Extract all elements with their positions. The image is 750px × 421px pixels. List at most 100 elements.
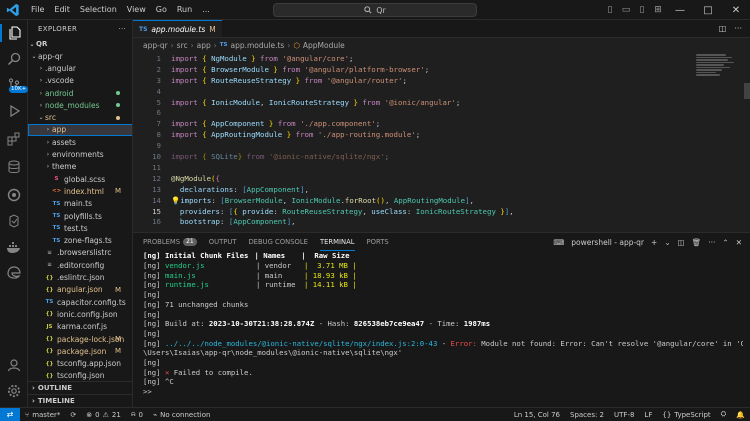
tree-file[interactable]: JS karma.conf.js	[28, 321, 132, 333]
toggle-sidebar-icon[interactable]: ▯	[602, 0, 618, 20]
tree-folder[interactable]: › android	[28, 87, 132, 99]
workspace-root[interactable]: ⌄ QR	[28, 38, 132, 50]
tree-folder[interactable]: › environments	[28, 148, 132, 160]
end-of-line[interactable]: LF	[639, 411, 657, 419]
maximize-panel-icon[interactable]: ⌃	[722, 238, 728, 247]
source-control-icon[interactable]: 10K+	[5, 76, 29, 94]
tree-file[interactable]: TS main.ts	[28, 198, 132, 210]
accounts-icon[interactable]	[5, 356, 23, 374]
explorer-more-icon[interactable]: ···	[118, 20, 126, 38]
panel-more-icon[interactable]: ···	[708, 238, 715, 247]
tree-file[interactable]: {} ionic.config.json	[28, 308, 132, 320]
terminal-line: [ng] vendor.js | vendor | 3.71 MB |	[143, 261, 357, 271]
new-terminal-icon[interactable]: +	[651, 238, 657, 247]
tree-file[interactable]: {} package-lock.json M	[28, 333, 132, 345]
editor-more-icon[interactable]: ···	[734, 24, 742, 33]
close-panel-icon[interactable]: ✕	[736, 238, 742, 247]
breadcrumb-item[interactable]: app-qr	[143, 41, 168, 50]
minimize-button[interactable]: —	[666, 0, 694, 20]
remote-indicator-icon[interactable]: ⇄	[0, 407, 20, 421]
tree-folder[interactable]: › node_modules	[28, 99, 132, 111]
tab-terminal[interactable]: TERMINAL	[319, 233, 355, 251]
remote-explorer-icon[interactable]	[5, 186, 23, 204]
tree-file[interactable]: {} .eslintrc.json	[28, 271, 132, 283]
sync-icon[interactable]: ⟳	[65, 411, 81, 419]
chevron-down-icon[interactable]: ⌄	[664, 238, 670, 247]
tree-file[interactable]: {} angular.json M	[28, 284, 132, 296]
command-center-search[interactable]: Qr	[273, 3, 477, 17]
tree-folder[interactable]: ⌄ app-qr	[28, 50, 132, 62]
tree-folder[interactable]: ⌄ src	[28, 112, 132, 124]
tree-file[interactable]: ≡ .editorconfig	[28, 259, 132, 271]
extensions-icon[interactable]	[5, 130, 23, 148]
tree-file[interactable]: TS test.ts	[28, 222, 132, 234]
tree-folder[interactable]: › .vscode	[28, 75, 132, 87]
encoding[interactable]: UTF-8	[609, 411, 639, 419]
explorer-icon[interactable]	[0, 24, 28, 42]
language-mode[interactable]: {} TypeScript	[657, 411, 715, 419]
copilot-icon[interactable]: ⛭	[716, 410, 732, 419]
docker-icon[interactable]	[5, 238, 23, 256]
code-editor[interactable]: 1 import { NgModule } from '@angular/core…	[133, 53, 750, 232]
close-window-button[interactable]: ✕	[722, 0, 750, 20]
run-debug-icon[interactable]	[5, 102, 23, 120]
split-editor-icon[interactable]: ◫	[719, 24, 727, 33]
outline-section[interactable]: › OUTLINE	[28, 381, 132, 393]
breadcrumb-item[interactable]: src	[177, 41, 188, 50]
tree-file[interactable]: {} package.json M	[28, 345, 132, 357]
menu-view[interactable]: View	[122, 5, 151, 14]
notifications-icon[interactable]: 🔔	[731, 411, 750, 419]
tab-ports[interactable]: PORTS	[367, 233, 389, 251]
breadcrumb-item[interactable]: app	[197, 41, 211, 50]
toggle-secondary-sidebar-icon[interactable]: ▯	[634, 0, 650, 20]
minimap[interactable]	[696, 53, 738, 113]
customize-layout-icon[interactable]: ⊞	[650, 0, 666, 20]
menu-run[interactable]: Run	[172, 5, 197, 14]
connection-status[interactable]: ⌁ No connection	[148, 411, 216, 419]
tree-folder[interactable]: › app	[28, 123, 132, 137]
toggle-panel-icon[interactable]: ▭	[618, 0, 634, 20]
problems-status[interactable]: ⊗ 0 ⚠ 21	[81, 411, 126, 419]
branch-status[interactable]: ⑂ master*	[20, 411, 65, 419]
edge-devtools-icon[interactable]	[5, 264, 23, 282]
tree-file[interactable]: TS polyfills.ts	[28, 210, 132, 222]
explorer-title: EXPLORER ···	[28, 20, 132, 38]
tree-folder[interactable]: › .angular	[28, 62, 132, 74]
cursor-position[interactable]: Ln 15, Col 76	[509, 411, 565, 419]
breadcrumb-item[interactable]: app.module.ts	[230, 41, 284, 50]
editor-scrollbar[interactable]	[742, 53, 750, 232]
ports-status[interactable]: ⍾ 0	[126, 410, 148, 419]
chevron-right-icon: ›	[32, 383, 35, 392]
tree-folder[interactable]: › theme	[28, 161, 132, 173]
tree-file[interactable]: {} tsconfig.app.json	[28, 358, 132, 370]
tree-file[interactable]: <> index.html M	[28, 185, 132, 197]
testing-icon[interactable]	[5, 212, 23, 230]
tree-file[interactable]: TS zone-flags.ts	[28, 235, 132, 247]
menu-edit[interactable]: Edit	[49, 5, 75, 14]
error-path-link[interactable]: ../../../node_modules/@ionic-native/sqli…	[165, 339, 437, 348]
split-terminal-icon[interactable]: ◫	[678, 238, 685, 247]
terminal-output[interactable]: [ng] Initial Chunk Files | Names | Raw Siz…	[143, 251, 743, 408]
breadcrumb-item[interactable]: AppModule	[303, 41, 345, 50]
settings-gear-icon[interactable]	[5, 382, 23, 400]
chunk-file: main.js	[164, 270, 196, 280]
menu-more[interactable]: ...	[197, 5, 215, 14]
terminal-name[interactable]: powershell - app-qr	[571, 238, 644, 247]
tab-app-module[interactable]: TS app.module.ts M	[133, 20, 222, 37]
tab-debug-console[interactable]: DEBUG CONSOLE	[248, 233, 308, 251]
timeline-section[interactable]: › TIMELINE	[28, 394, 132, 406]
tree-file[interactable]: TS capacitor.config.ts	[28, 296, 132, 308]
tree-folder[interactable]: › assets	[28, 136, 132, 148]
indentation[interactable]: Spaces: 2	[565, 411, 609, 419]
tree-file[interactable]: Sglobal.scss	[28, 173, 132, 185]
menu-go[interactable]: Go	[151, 5, 172, 14]
database-icon[interactable]	[5, 158, 23, 176]
menu-file[interactable]: File	[26, 5, 49, 14]
maximize-button[interactable]: □	[694, 0, 722, 20]
tree-file[interactable]: ≡ .browserslistrc	[28, 247, 132, 259]
search-sidebar-icon[interactable]	[5, 50, 23, 68]
tab-output[interactable]: OUTPUT	[209, 233, 237, 251]
menu-selection[interactable]: Selection	[75, 5, 122, 14]
kill-terminal-icon[interactable]: 🗑	[692, 238, 702, 247]
tab-problems[interactable]: PROBLEMS 21	[143, 233, 197, 251]
